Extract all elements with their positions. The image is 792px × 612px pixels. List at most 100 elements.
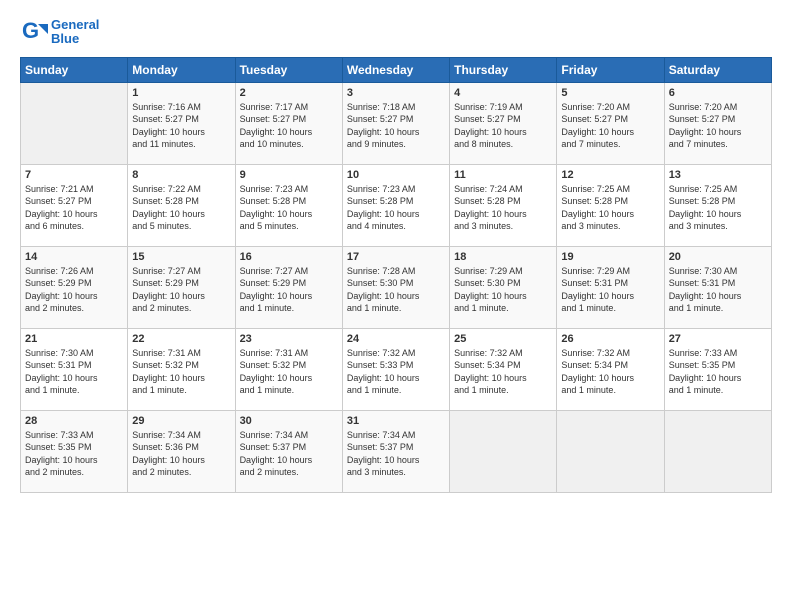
- calendar-table: SundayMondayTuesdayWednesdayThursdayFrid…: [20, 57, 772, 493]
- day-info: Sunrise: 7:33 AM Sunset: 5:35 PM Dayligh…: [25, 429, 123, 479]
- day-number: 14: [25, 251, 123, 263]
- weekday-header-thursday: Thursday: [450, 57, 557, 82]
- day-info: Sunrise: 7:25 AM Sunset: 5:28 PM Dayligh…: [669, 183, 767, 233]
- day-number: 16: [240, 251, 338, 263]
- day-info: Sunrise: 7:26 AM Sunset: 5:29 PM Dayligh…: [25, 265, 123, 315]
- calendar-cell: [21, 82, 128, 164]
- weekday-header-monday: Monday: [128, 57, 235, 82]
- calendar-week-1: 1Sunrise: 7:16 AM Sunset: 5:27 PM Daylig…: [21, 82, 772, 164]
- day-info: Sunrise: 7:25 AM Sunset: 5:28 PM Dayligh…: [561, 183, 659, 233]
- weekday-header-wednesday: Wednesday: [342, 57, 449, 82]
- calendar-cell: 7 Sunrise: 7:21 AM Sunset: 5:27 PM Daylig…: [21, 164, 128, 246]
- calendar-cell: 15Sunrise: 7:27 AM Sunset: 5:29 PM Dayli…: [128, 246, 235, 328]
- calendar-cell: 23Sunrise: 7:31 AM Sunset: 5:32 PM Dayli…: [235, 328, 342, 410]
- day-number: 24: [347, 333, 445, 345]
- day-info: Sunrise: 7:32 AM Sunset: 5:34 PM Dayligh…: [454, 347, 552, 397]
- day-number: 9: [240, 169, 338, 181]
- day-number: 26: [561, 333, 659, 345]
- day-info: Sunrise: 7:27 AM Sunset: 5:29 PM Dayligh…: [240, 265, 338, 315]
- calendar-cell: 21 Sunrise: 7:30 AM Sunset: 5:31 PM Dayli…: [21, 328, 128, 410]
- day-info: Sunrise: 7:18 AM Sunset: 5:27 PM Dayligh…: [347, 101, 445, 151]
- calendar-cell: 2 Sunrise: 7:17 AM Sunset: 5:27 PM Daylig…: [235, 82, 342, 164]
- day-info: Sunrise: 7:31 AM Sunset: 5:32 PM Dayligh…: [132, 347, 230, 397]
- day-number: 19: [561, 251, 659, 263]
- calendar-cell: 28 Sunrise: 7:33 AM Sunset: 5:35 PM Dayli…: [21, 410, 128, 492]
- calendar-cell: [664, 410, 771, 492]
- day-number: 25: [454, 333, 552, 345]
- calendar-week-5: 28 Sunrise: 7:33 AM Sunset: 5:35 PM Dayli…: [21, 410, 772, 492]
- weekday-header-friday: Friday: [557, 57, 664, 82]
- calendar-cell: 9 Sunrise: 7:23 AM Sunset: 5:28 PM Daylig…: [235, 164, 342, 246]
- calendar-week-4: 21 Sunrise: 7:30 AM Sunset: 5:31 PM Dayli…: [21, 328, 772, 410]
- day-info: Sunrise: 7:29 AM Sunset: 5:30 PM Dayligh…: [454, 265, 552, 315]
- calendar-cell: 26 Sunrise: 7:32 AM Sunset: 5:34 PM Dayli…: [557, 328, 664, 410]
- day-info: Sunrise: 7:34 AM Sunset: 5:37 PM Dayligh…: [347, 429, 445, 479]
- day-info: Sunrise: 7:23 AM Sunset: 5:28 PM Dayligh…: [347, 183, 445, 233]
- calendar-cell: 3Sunrise: 7:18 AM Sunset: 5:27 PM Daylig…: [342, 82, 449, 164]
- logo-icon: G: [20, 18, 48, 46]
- weekday-header-saturday: Saturday: [664, 57, 771, 82]
- day-info: Sunrise: 7:20 AM Sunset: 5:27 PM Dayligh…: [561, 101, 659, 151]
- day-number: 10: [347, 169, 445, 181]
- day-number: 8: [132, 169, 230, 181]
- day-info: Sunrise: 7:23 AM Sunset: 5:28 PM Dayligh…: [240, 183, 338, 233]
- day-number: 5: [561, 87, 659, 99]
- calendar-header: G General Blue: [20, 18, 772, 47]
- calendar-cell: 20Sunrise: 7:30 AM Sunset: 5:31 PM Dayli…: [664, 246, 771, 328]
- calendar-cell: 17Sunrise: 7:28 AM Sunset: 5:30 PM Dayli…: [342, 246, 449, 328]
- calendar-cell: 31 Sunrise: 7:34 AM Sunset: 5:37 PM Dayli…: [342, 410, 449, 492]
- day-info: Sunrise: 7:32 AM Sunset: 5:34 PM Dayligh…: [561, 347, 659, 397]
- logo-line1: General: [51, 18, 99, 32]
- calendar-cell: 1Sunrise: 7:16 AM Sunset: 5:27 PM Daylig…: [128, 82, 235, 164]
- calendar-cell: 6 Sunrise: 7:20 AM Sunset: 5:27 PM Daylig…: [664, 82, 771, 164]
- day-info: Sunrise: 7:21 AM Sunset: 5:27 PM Dayligh…: [25, 183, 123, 233]
- calendar-cell: 13 Sunrise: 7:25 AM Sunset: 5:28 PM Dayli…: [664, 164, 771, 246]
- svg-text:G: G: [22, 18, 39, 43]
- calendar-cell: 11 Sunrise: 7:24 AM Sunset: 5:28 PM Dayli…: [450, 164, 557, 246]
- day-number: 2: [240, 87, 338, 99]
- day-number: 6: [669, 87, 767, 99]
- calendar-cell: 22 Sunrise: 7:31 AM Sunset: 5:32 PM Dayli…: [128, 328, 235, 410]
- day-info: Sunrise: 7:34 AM Sunset: 5:37 PM Dayligh…: [240, 429, 338, 479]
- calendar-cell: 16 Sunrise: 7:27 AM Sunset: 5:29 PM Dayli…: [235, 246, 342, 328]
- day-info: Sunrise: 7:22 AM Sunset: 5:28 PM Dayligh…: [132, 183, 230, 233]
- calendar-cell: [450, 410, 557, 492]
- calendar-cell: 10 Sunrise: 7:23 AM Sunset: 5:28 PM Dayli…: [342, 164, 449, 246]
- day-info: Sunrise: 7:20 AM Sunset: 5:27 PM Dayligh…: [669, 101, 767, 151]
- day-info: Sunrise: 7:30 AM Sunset: 5:31 PM Dayligh…: [25, 347, 123, 397]
- day-number: 18: [454, 251, 552, 263]
- day-info: Sunrise: 7:34 AM Sunset: 5:36 PM Dayligh…: [132, 429, 230, 479]
- calendar-week-2: 7 Sunrise: 7:21 AM Sunset: 5:27 PM Daylig…: [21, 164, 772, 246]
- calendar-cell: 14 Sunrise: 7:26 AM Sunset: 5:29 PM Dayli…: [21, 246, 128, 328]
- day-info: Sunrise: 7:29 AM Sunset: 5:31 PM Dayligh…: [561, 265, 659, 315]
- weekday-header-sunday: Sunday: [21, 57, 128, 82]
- calendar-cell: 8 Sunrise: 7:22 AM Sunset: 5:28 PM Daylig…: [128, 164, 235, 246]
- day-number: 21: [25, 333, 123, 345]
- day-number: 28: [25, 415, 123, 427]
- day-number: 22: [132, 333, 230, 345]
- weekday-header-tuesday: Tuesday: [235, 57, 342, 82]
- logo: G General Blue: [20, 18, 99, 47]
- calendar-cell: 25 Sunrise: 7:32 AM Sunset: 5:34 PM Dayli…: [450, 328, 557, 410]
- day-info: Sunrise: 7:19 AM Sunset: 5:27 PM Dayligh…: [454, 101, 552, 151]
- day-number: 31: [347, 415, 445, 427]
- calendar-cell: 5 Sunrise: 7:20 AM Sunset: 5:27 PM Daylig…: [557, 82, 664, 164]
- logo-line2: Blue: [51, 32, 99, 46]
- day-number: 23: [240, 333, 338, 345]
- day-info: Sunrise: 7:33 AM Sunset: 5:35 PM Dayligh…: [669, 347, 767, 397]
- calendar-cell: 4Sunrise: 7:19 AM Sunset: 5:27 PM Daylig…: [450, 82, 557, 164]
- calendar-cell: [557, 410, 664, 492]
- day-info: Sunrise: 7:24 AM Sunset: 5:28 PM Dayligh…: [454, 183, 552, 233]
- day-number: 7: [25, 169, 123, 181]
- day-number: 30: [240, 415, 338, 427]
- day-number: 29: [132, 415, 230, 427]
- calendar-week-3: 14 Sunrise: 7:26 AM Sunset: 5:29 PM Dayli…: [21, 246, 772, 328]
- day-number: 1: [132, 87, 230, 99]
- day-number: 15: [132, 251, 230, 263]
- day-number: 13: [669, 169, 767, 181]
- day-number: 17: [347, 251, 445, 263]
- calendar-cell: 18 Sunrise: 7:29 AM Sunset: 5:30 PM Dayli…: [450, 246, 557, 328]
- day-info: Sunrise: 7:17 AM Sunset: 5:27 PM Dayligh…: [240, 101, 338, 151]
- day-number: 11: [454, 169, 552, 181]
- day-info: Sunrise: 7:32 AM Sunset: 5:33 PM Dayligh…: [347, 347, 445, 397]
